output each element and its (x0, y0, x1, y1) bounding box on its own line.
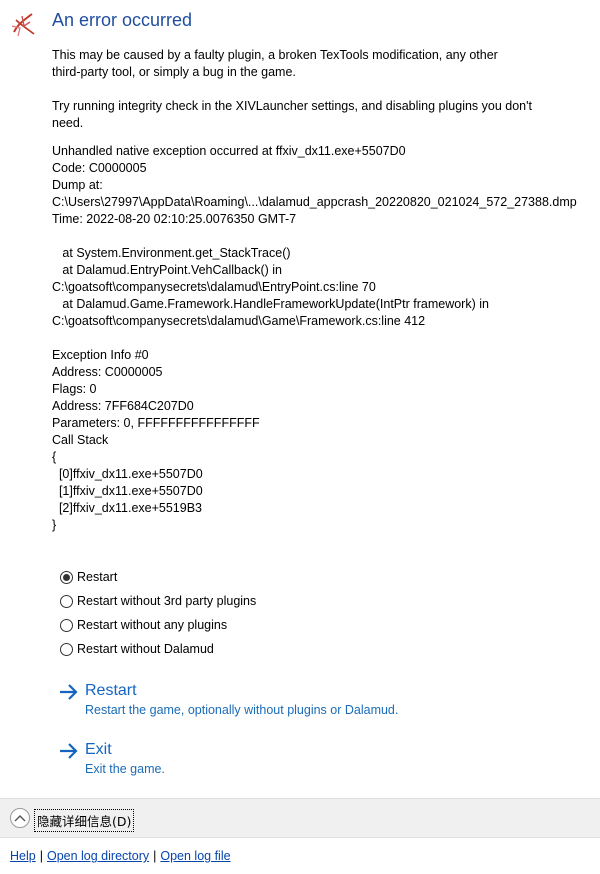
chevron-up-glyph (14, 815, 26, 822)
radio-label: Restart without 3rd party plugins (77, 594, 257, 608)
radio-label: Restart without Dalamud (77, 642, 214, 656)
restart-command-link[interactable]: Restart Restart the game, optionally wit… (58, 680, 398, 718)
details-toggle-bar: 隐藏详细信息(D) (0, 798, 600, 838)
radio-restart[interactable]: Restart (60, 565, 256, 589)
radio-button[interactable] (60, 570, 73, 584)
help-link[interactable]: Help (10, 849, 36, 863)
radio-selected-dot (63, 573, 70, 581)
link-separator: | (153, 849, 157, 863)
arrow-right-icon (60, 743, 78, 759)
troubleshooting-hint: Try running integrity check in the XIVLa… (52, 99, 532, 130)
restart-options: Restart Restart without 3rd party plugin… (60, 565, 256, 661)
hide-details-button[interactable]: 隐藏详细信息(D) (34, 809, 135, 832)
radio-label: Restart without any plugins (77, 618, 228, 632)
dialog-content: An error occurred This may be caused by … (0, 0, 600, 798)
restart-command-subtitle: Restart the game, optionally without plu… (85, 703, 399, 717)
error-description: This may be caused by a faulty plugin, a… (52, 48, 498, 79)
exit-command-subtitle: Exit the game. (85, 762, 165, 776)
arrow-right-icon (60, 684, 78, 700)
radio-restart-without-3rd-party-plugins[interactable]: Restart without 3rd party plugins (60, 589, 256, 613)
open-log-file-link[interactable]: Open log file (160, 849, 230, 863)
exit-command-link[interactable]: Exit Exit the game. (58, 739, 165, 777)
radio-restart-without-any-plugins[interactable]: Restart without any plugins (60, 613, 256, 637)
radio-button[interactable] (60, 594, 73, 608)
chevron-up-icon[interactable] (10, 808, 30, 828)
footer-links: Help | Open log directory | Open log file (10, 849, 231, 863)
radio-button[interactable] (60, 618, 73, 632)
exit-command-title: Exit (85, 741, 112, 758)
radio-button[interactable] (60, 642, 73, 656)
open-log-directory-link[interactable]: Open log directory (47, 849, 149, 863)
dalamud-logo-icon (11, 13, 35, 37)
radio-restart-without-dalamud[interactable]: Restart without Dalamud (60, 637, 256, 661)
link-separator: | (39, 849, 43, 863)
radio-label: Restart (77, 570, 118, 584)
dialog-title: An error occurred (52, 10, 193, 30)
exception-details: Unhandled native exception occurred at f… (52, 144, 577, 532)
restart-command-title: Restart (85, 682, 137, 699)
